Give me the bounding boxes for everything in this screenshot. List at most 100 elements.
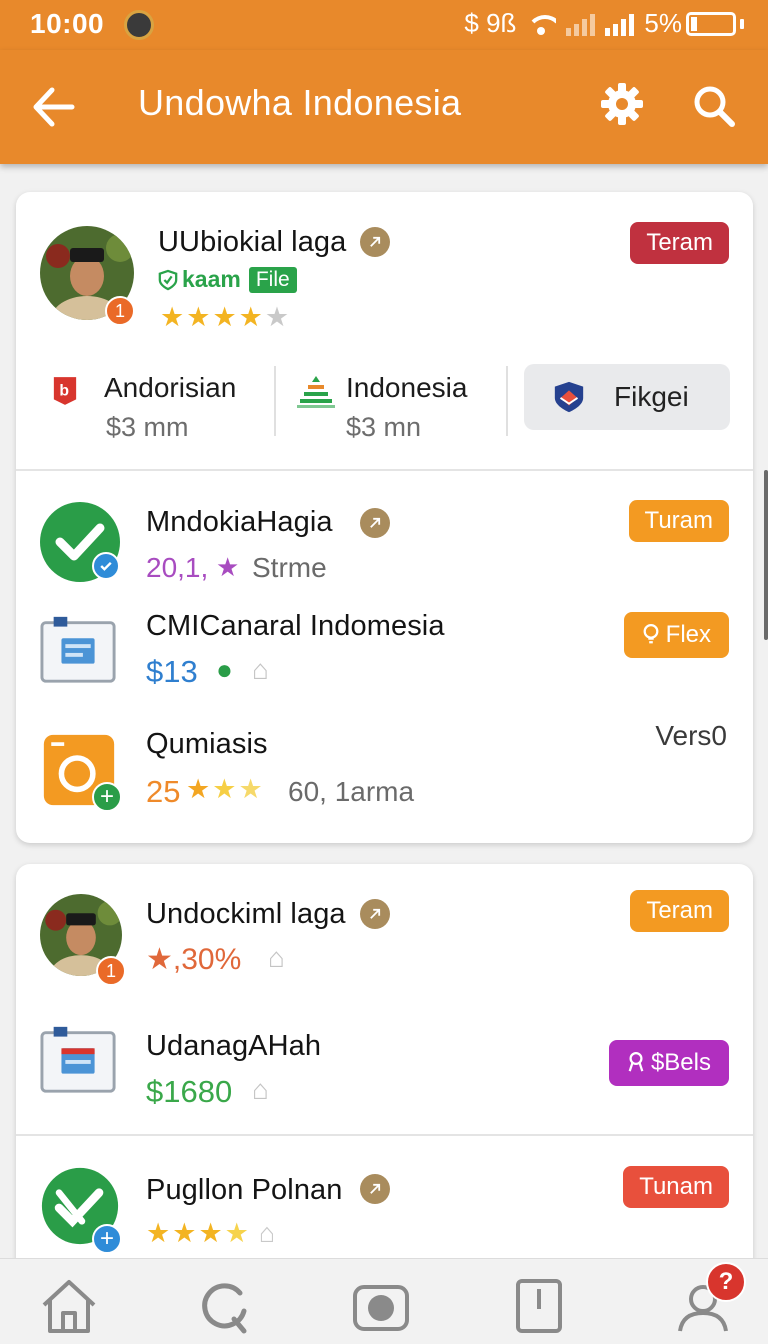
- item-name: Undockiml laga: [146, 898, 346, 930]
- flex-badge[interactable]: Flex: [623, 612, 729, 658]
- pin-icon: ⌂: [252, 654, 269, 685]
- stat-value: $3 mn: [346, 412, 422, 442]
- status-bar: 10:00 $ 9ß 5%: [0, 0, 768, 50]
- bels-label: $Bels: [650, 1049, 711, 1076]
- verified-icon: [360, 1174, 390, 1204]
- verified-icon: [360, 508, 390, 538]
- status-badge[interactable]: Teram: [630, 222, 729, 264]
- profile-tag: kaam File: [158, 266, 297, 293]
- home-icon[interactable]: [38, 1275, 100, 1337]
- list-item[interactable]: 1 Undockiml laga ★,30% ⌂ Teram: [16, 864, 753, 994]
- bookmark-icon: b: [53, 377, 77, 405]
- battery-level: 5%: [644, 8, 682, 38]
- star-icon: ★: [198, 1218, 223, 1248]
- stat-value: $3 mm: [106, 412, 189, 442]
- item-meta-text: Strme: [252, 552, 327, 583]
- status-badge[interactable]: Tunam: [623, 1166, 729, 1208]
- item-meta: ★,30%: [146, 943, 242, 976]
- pin-icon: ⌂: [268, 942, 285, 973]
- notification-count-badge: 1: [105, 296, 135, 326]
- star-icon: ★: [216, 552, 240, 582]
- clipboard-icon: [40, 616, 116, 683]
- star-icon: ★: [186, 774, 211, 804]
- profile-name: UUbiokial laga: [158, 226, 347, 258]
- item-name: CMICanaral Indomesia: [146, 610, 445, 642]
- list-item[interactable]: CMICanaral Indomesia $13 ● ⌂ Flex: [16, 592, 753, 712]
- status-badge[interactable]: Turam: [628, 500, 729, 542]
- item-meta-number: 20,1,: [146, 552, 209, 583]
- star-icon: ★: [160, 302, 185, 332]
- camera-icon[interactable]: [350, 1275, 412, 1337]
- signal-icon-2: [605, 12, 635, 36]
- add-icon: +: [92, 782, 122, 812]
- refresh-icon[interactable]: [194, 1275, 256, 1337]
- pyramid-icon: [297, 376, 335, 408]
- clipboard-icon: [40, 1026, 116, 1093]
- profile-card: 1 UUbiokial laga kaam File ★ ★ ★ ★ ★ Ter…: [16, 192, 753, 843]
- scrollbar[interactable]: [764, 470, 768, 640]
- status-indicators: $ 9ß: [464, 8, 517, 38]
- item-name: Qumiasis: [146, 728, 268, 760]
- app-bar: Undowha Indonesia: [0, 50, 768, 164]
- page-title: Undowha Indonesia: [138, 82, 462, 123]
- list-card: 1 Undockiml laga ★,30% ⌂ Teram UdanagAHa…: [16, 864, 753, 1284]
- bels-badge[interactable]: $Bels: [608, 1040, 729, 1086]
- check-small-icon: [92, 552, 120, 580]
- chat-icon: ●: [216, 654, 233, 685]
- search-icon[interactable]: [690, 82, 738, 130]
- star-rating: ★ ★ ★: [186, 776, 263, 803]
- fikgei-button[interactable]: Fikgei: [524, 364, 730, 430]
- shield-check-icon: [158, 269, 178, 290]
- item-score: 25: [146, 774, 181, 809]
- profile-header[interactable]: 1 UUbiokial laga kaam File ★ ★ ★ ★ ★ Ter…: [16, 192, 753, 472]
- status-badge[interactable]: Teram: [630, 890, 729, 932]
- wifi-icon: [526, 13, 557, 35]
- verified-icon: [360, 899, 390, 929]
- bottom-navigation: [0, 1258, 768, 1344]
- star-icon: ★: [238, 302, 263, 332]
- star-rating: ★ ★ ★ ★ ⌂: [146, 1220, 275, 1247]
- item-meta-text: 60, 1arma: [288, 776, 415, 807]
- pin-icon: ⌂: [252, 1074, 269, 1105]
- stat-label: Indonesia: [346, 372, 468, 403]
- back-arrow-icon[interactable]: [30, 84, 78, 130]
- list-item[interactable]: UdanagAHah $1680 ⌂ $Bels: [16, 994, 753, 1134]
- item-name: Pugllon Polnan: [146, 1174, 343, 1206]
- bulb-icon: [643, 623, 659, 644]
- shield-icon: [554, 381, 584, 413]
- status-time: 10:00: [30, 8, 105, 39]
- notification-icon: [124, 10, 154, 40]
- book-icon[interactable]: [508, 1275, 570, 1337]
- gear-icon[interactable]: [598, 80, 646, 128]
- file-tag: File: [248, 266, 297, 293]
- star-icon: ★: [172, 1218, 197, 1248]
- signal-icon: [566, 12, 596, 36]
- item-name: MndokiaHagia: [146, 506, 333, 538]
- list-item[interactable]: MndokiaHagia 20,1, ★ Strme Turam: [16, 472, 753, 780]
- star-rating: ★ ★ ★ ★ ★: [160, 304, 289, 331]
- stat-label: Andorisian: [104, 372, 237, 403]
- item-price: $13: [146, 654, 198, 689]
- pin-icon: ⌂: [258, 1218, 276, 1248]
- star-icon: ★: [224, 1218, 249, 1248]
- section-divider: [16, 469, 753, 471]
- list-item[interactable]: + Qumiasis 25 ★ ★ ★ 60, 1arma Vers0: [16, 712, 753, 843]
- stat-divider: [506, 366, 508, 436]
- profile-notification-badge: ?: [706, 1262, 746, 1302]
- battery-icon: 5%: [644, 8, 744, 39]
- star-icon: ★: [146, 1218, 171, 1248]
- star-icon: ★: [186, 302, 211, 332]
- add-icon: +: [92, 1224, 122, 1254]
- verified-icon: [360, 227, 390, 257]
- star-icon: ★: [238, 774, 263, 804]
- stat-divider: [274, 366, 276, 436]
- item-name: UdanagAHah: [146, 1030, 322, 1062]
- star-icon: ★: [212, 774, 237, 804]
- svg-text:b: b: [59, 383, 69, 400]
- version-label: Vers0: [655, 720, 727, 751]
- star-empty-icon: ★: [264, 302, 290, 332]
- flex-label: Flex: [665, 621, 711, 648]
- ribbon-icon: [628, 1051, 644, 1072]
- item-price: $1680: [146, 1074, 233, 1109]
- notification-count-badge: 1: [96, 956, 126, 986]
